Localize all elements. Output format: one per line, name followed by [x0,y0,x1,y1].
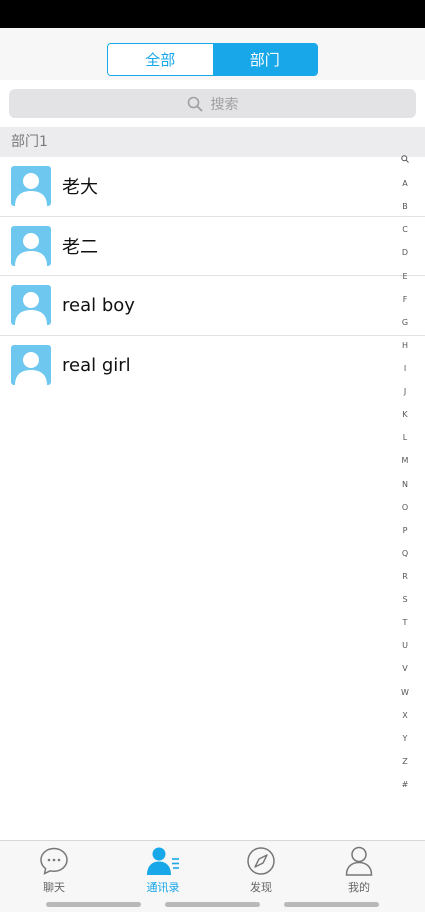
index-letter[interactable]: W [401,688,409,698]
tab-me[interactable]: 我的 [306,846,412,896]
index-letter[interactable]: Q [402,549,408,559]
avatar-icon [11,285,51,326]
index-letter[interactable]: U [402,641,408,651]
index-letter[interactable]: E [402,272,407,282]
tab-label: 聊天 [43,881,65,894]
index-letter[interactable]: R [402,572,408,582]
index-letter[interactable]: S [402,595,407,605]
index-letter[interactable]: P [403,526,408,536]
tab-label: 通讯录 [146,881,180,894]
index-letter[interactable]: F [403,295,408,305]
tab-label: 我的 [348,881,370,894]
contact-name: real girl [62,354,131,376]
index-letter[interactable]: D [402,248,408,258]
index-letter[interactable]: M [402,456,409,466]
search-area: 搜索 [0,80,425,126]
home-indicator [46,902,141,907]
avatar-icon [11,166,51,207]
tab-discover[interactable]: 发现 [208,846,314,896]
index-letter[interactable]: Z [402,757,407,767]
contacts-icon [147,847,179,875]
index-letter[interactable]: I [404,364,406,374]
index-letter[interactable]: G [402,318,408,328]
segment-department[interactable]: 部门 [212,44,317,75]
index-letter[interactable]: L [403,433,407,443]
search-icon [187,96,202,111]
index-letter[interactable]: # [402,780,409,790]
index-letter[interactable]: C [402,225,408,235]
segment-area: 全部 部门 [0,28,425,80]
index-letter[interactable]: T [403,618,408,628]
index-letter[interactable]: A [402,179,407,189]
search-input[interactable]: 搜索 [9,89,416,118]
index-search-icon[interactable] [401,155,409,166]
segment-control: 全部 部门 [107,43,318,76]
person-icon [345,846,373,876]
tab-contacts[interactable]: 通讯录 [110,846,216,896]
index-letter[interactable]: K [402,410,407,420]
home-indicator [284,902,379,907]
segment-all[interactable]: 全部 [108,44,213,75]
index-letter[interactable]: Y [403,734,408,744]
chat-bubble-icon [40,847,68,875]
index-letter[interactable]: O [402,503,408,513]
status-bar [0,0,425,28]
avatar-icon [11,345,51,386]
index-letter[interactable]: N [402,480,408,490]
contact-name: 老二 [62,236,98,258]
index-letter[interactable]: V [402,664,407,674]
compass-icon [247,847,275,875]
contact-row[interactable]: real boy [0,276,425,336]
index-letter[interactable]: H [402,341,408,351]
contact-list: 老大 老二 real boy real girl [0,157,425,395]
contact-row[interactable]: 老二 [0,217,425,276]
avatar-icon [11,225,51,266]
index-letter[interactable]: X [402,711,407,721]
home-indicator [165,902,260,907]
index-letter[interactable]: B [402,202,408,212]
tab-bar: 聊天 通讯录 发现 我的 [0,840,425,912]
index-letter[interactable]: J [404,387,406,397]
section-header: 部门1 [0,127,425,157]
search-placeholder: 搜索 [210,96,239,113]
tab-chat[interactable]: 聊天 [1,846,107,896]
contact-row[interactable]: 老大 [0,157,425,217]
contact-name: real boy [62,294,135,316]
tab-label: 发现 [250,881,272,894]
alphabet-index[interactable]: A B C D E F G H I J K L M N O P Q R S T U V W X Y Z # [398,155,412,790]
contact-row[interactable]: real girl [0,336,425,396]
contact-name: 老大 [62,177,98,199]
